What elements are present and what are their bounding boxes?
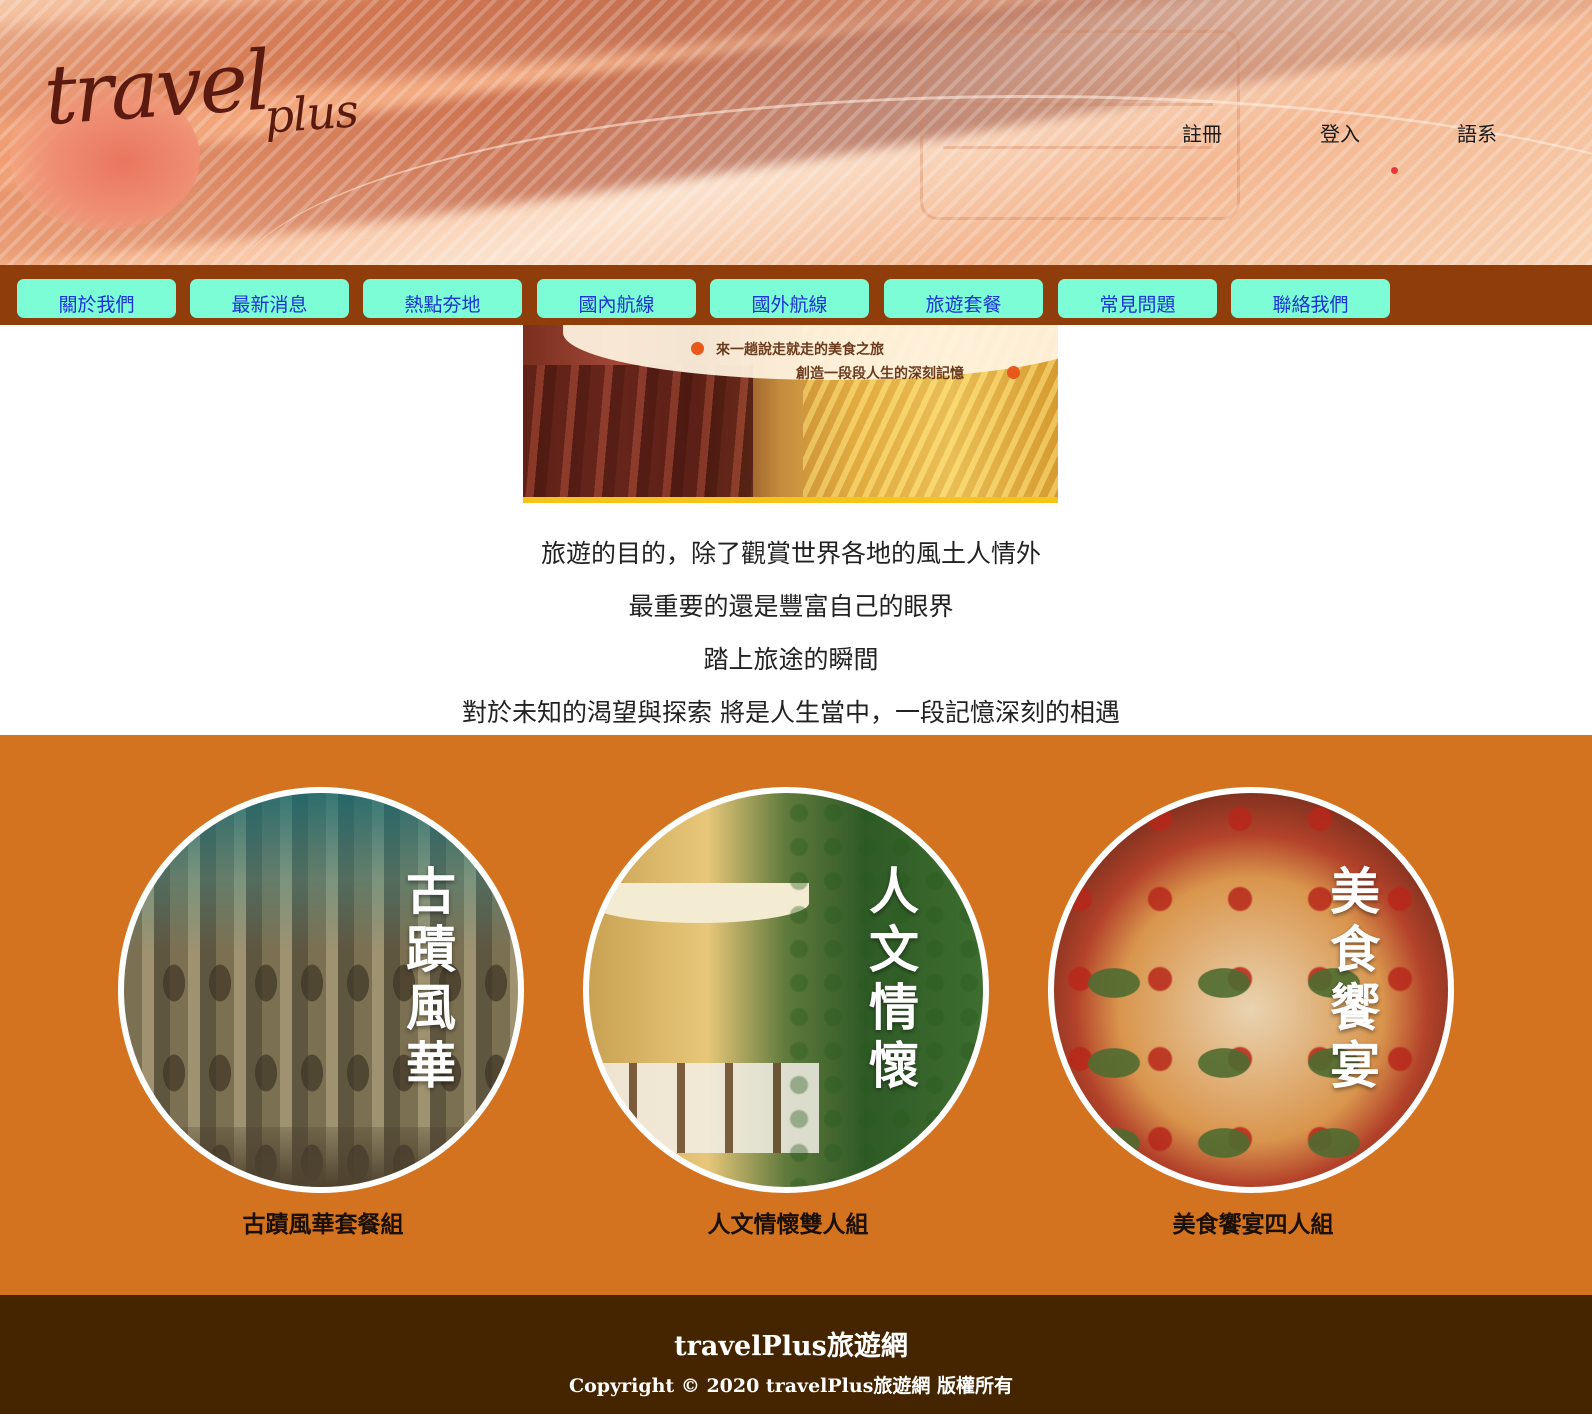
nav-packages[interactable]: 旅遊套餐: [884, 279, 1043, 318]
banner-caption-2: 創造一段段人生的深刻記憶: [796, 366, 964, 382]
nav-about[interactable]: 關於我們: [17, 279, 176, 318]
cafe-image[interactable]: 人文情懷: [583, 787, 989, 1193]
notification-dot: [1391, 167, 1398, 174]
package-title[interactable]: 人文情懷雙人組: [583, 1205, 993, 1239]
package-image-caption: 美食饗宴: [1330, 862, 1380, 1095]
package-card-heritage[interactable]: 古蹟風華 古蹟風華套餐組: [118, 787, 528, 1239]
intro-text: 旅遊的目的，除了觀賞世界各地的風土人情外 最重要的還是豐富自己的眼界 踏上旅途的…: [0, 527, 1582, 739]
banner-caption-1: 來一趟說走就走的美食之旅: [716, 342, 884, 358]
package-title[interactable]: 古蹟風華套餐組: [118, 1205, 528, 1239]
package-image-caption: 古蹟風華: [406, 862, 456, 1095]
bullet-dot: [691, 342, 704, 355]
nav-faq[interactable]: 常見問題: [1058, 279, 1217, 318]
package-card-food[interactable]: 美食饗宴 美食饗宴四人組: [1048, 787, 1458, 1239]
awning-shape: [589, 883, 809, 923]
logo-text-sub: plus: [262, 83, 360, 144]
package-image-caption: 人文情懷: [869, 862, 919, 1095]
login-link[interactable]: 登入: [1320, 118, 1360, 147]
nav-news[interactable]: 最新消息: [190, 279, 349, 318]
footer-copyright: Copyright © 2020 travelPlus旅遊網 版權所有: [568, 1375, 1014, 1397]
pizza-image[interactable]: 美食饗宴: [1048, 787, 1454, 1193]
bullet-dot: [1007, 366, 1020, 379]
food-banner: 來一趟說走就走的美食之旅 創造一段段人生的深刻記憶: [523, 325, 1058, 503]
main-nav: 關於我們 最新消息 熱點夯地 國內航線 國外航線 旅遊套餐 常見問題 聯絡我們: [0, 265, 1592, 325]
footer-brand: travelPlus旅遊網: [674, 1331, 908, 1362]
register-link[interactable]: 註冊: [1182, 118, 1222, 147]
intro-line: 最重要的還是豐富自己的眼界: [628, 592, 954, 621]
site-header: travelplus 註冊 登入 語系: [0, 0, 1592, 265]
nav-international[interactable]: 國外航線: [710, 279, 869, 318]
nav-contact[interactable]: 聯絡我們: [1231, 279, 1390, 318]
account-links: 註冊 登入 語系: [1160, 118, 1520, 148]
intro-line: 旅遊的目的，除了觀賞世界各地的風土人情外: [540, 539, 1041, 568]
package-title[interactable]: 美食饗宴四人組: [1048, 1205, 1458, 1239]
site-footer: travelPlus旅遊網 Copyright © 2020 travelPlu…: [0, 1295, 1592, 1414]
logo-text-main: travel: [41, 33, 272, 144]
package-card-culture[interactable]: 人文情懷 人文情懷雙人組: [583, 787, 993, 1239]
intro-line: 對於未知的渴望與探索 將是人生當中，一段記憶深刻的相遇: [462, 698, 1120, 727]
crowd-shadow: [124, 1127, 518, 1187]
nav-hotspots[interactable]: 熱點夯地: [363, 279, 522, 318]
intro-line: 踏上旅途的瞬間: [703, 645, 879, 674]
colosseum-image[interactable]: 古蹟風華: [118, 787, 524, 1193]
language-link[interactable]: 語系: [1457, 118, 1497, 147]
nav-domestic[interactable]: 國內航線: [537, 279, 696, 318]
steak-image: [523, 365, 753, 497]
packages-section: 古蹟風華 古蹟風華套餐組 人文情懷 人文情懷雙人組 美食饗宴 美食饗宴四人組: [0, 735, 1592, 1295]
